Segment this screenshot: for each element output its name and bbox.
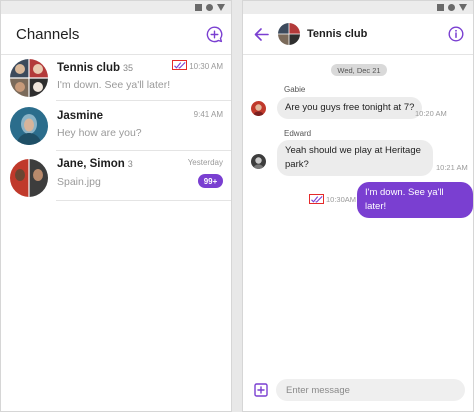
- avatar: [251, 101, 266, 116]
- channel-last-message: I'm down. See ya'll later!: [57, 79, 171, 91]
- message-bubble: Yeah should we play at Heritage park?: [277, 140, 433, 176]
- message-composer: [243, 374, 473, 411]
- channel-last-message: Spain.jpg: [57, 176, 101, 188]
- message-sender: Edward: [284, 129, 312, 138]
- chat-screen: Tennis club Wed, Dec 21 Gabie Are you gu…: [242, 0, 474, 412]
- chat-plus-icon[interactable]: [206, 26, 223, 43]
- channel-name-text: Jane, Simon: [57, 158, 125, 170]
- arrow-left-icon[interactable]: [253, 26, 270, 43]
- plus-square-icon[interactable]: [253, 382, 268, 397]
- avatar: [251, 154, 266, 169]
- channel-time: Yesterday: [187, 158, 223, 167]
- channel-item-jane-simon[interactable]: Jane, Simon 3 Yesterday Spain.jpg 99+: [1, 156, 231, 206]
- message-sender: Gabie: [284, 85, 306, 94]
- list-divider: [56, 200, 231, 201]
- channel-name-text: Tennis club: [57, 62, 121, 74]
- member-count: 3: [127, 159, 133, 169]
- channel-name: Tennis club 35: [57, 62, 133, 74]
- back-nav-icon: [459, 4, 467, 11]
- header-divider: [243, 54, 473, 55]
- back-nav-icon: [217, 4, 225, 11]
- double-check-icon: [172, 60, 187, 70]
- recents-icon: [195, 4, 202, 11]
- message-time: 10:30AM: [326, 195, 357, 204]
- channels-header: Channels: [1, 14, 231, 54]
- message-time: 10:21 AM: [436, 163, 468, 172]
- message-text-line: Yeah should we play at Heritage: [285, 145, 421, 156]
- channels-screen: Channels Tennis club 35 10:30 AM I'm dow…: [0, 0, 232, 412]
- avatar: [10, 159, 48, 197]
- message-input[interactable]: [276, 379, 465, 401]
- list-divider: [56, 100, 231, 101]
- message-bubble: I'm down. See ya'll later!: [357, 182, 473, 218]
- channel-time: 10:30 AM: [189, 62, 223, 71]
- channel-name: Jasmine: [57, 110, 103, 122]
- chat-header: Tennis club: [243, 14, 473, 54]
- info-icon[interactable]: [448, 26, 464, 42]
- home-icon: [206, 4, 213, 11]
- channel-avatar: [278, 23, 300, 45]
- member-count: 35: [123, 63, 134, 73]
- channel-item-tennis-club[interactable]: Tennis club 35 10:30 AM I'm down. See ya'…: [1, 55, 231, 105]
- list-divider: [56, 150, 231, 151]
- page-title: Channels: [16, 26, 80, 43]
- message-bubble: Are you guys free tonight at 7?: [277, 97, 423, 119]
- double-check-icon: [309, 194, 324, 204]
- channel-item-jasmine[interactable]: Jasmine 9:41 AM Hey how are you?: [1, 105, 231, 155]
- channel-last-message: Hey how are you?: [57, 127, 142, 139]
- recents-icon: [437, 4, 444, 11]
- unread-badge: 99+: [198, 174, 223, 188]
- channel-name: Jane, Simon 3: [57, 158, 133, 170]
- message-time: 10:20 AM: [415, 109, 447, 118]
- date-separator: Wed, Dec 21: [331, 64, 387, 76]
- avatar: [10, 59, 48, 97]
- channel-name-text: Jasmine: [57, 110, 104, 122]
- avatar: [10, 107, 48, 145]
- chat-title: Tennis club: [307, 28, 368, 40]
- status-bar: [1, 1, 231, 14]
- message-text-line: park?: [285, 159, 309, 170]
- channel-time: 9:41 AM: [193, 110, 223, 119]
- home-icon: [448, 4, 455, 11]
- status-bar: [243, 1, 473, 14]
